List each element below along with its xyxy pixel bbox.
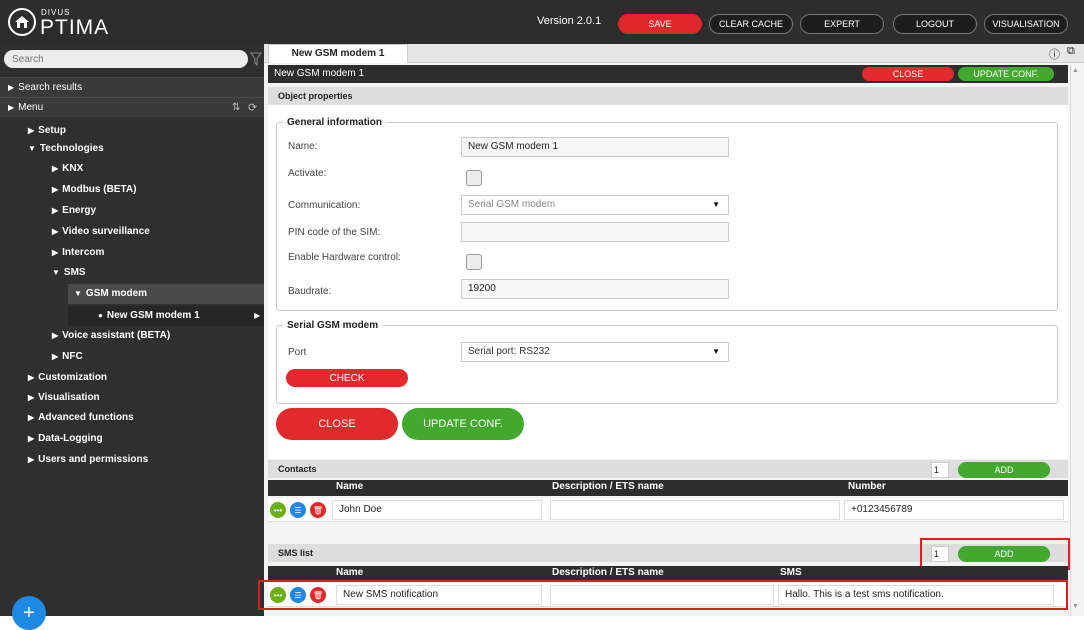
highlight-box (258, 580, 1068, 610)
col-name: Name (336, 567, 364, 578)
home-icon (8, 8, 36, 36)
contacts-table-header: Name Description / ETS name Number (268, 480, 1068, 496)
contact-number-cell[interactable]: +0123456789 (844, 500, 1064, 520)
communication-select[interactable]: Serial GSM modem ▼ (461, 195, 729, 215)
serial-modem-fieldset: Serial GSM modem (276, 320, 1058, 404)
hw-control-checkbox[interactable] (466, 254, 482, 270)
activate-label: Activate: (288, 168, 327, 179)
sidebar: ▶Search results ▶Menu ⇅ ⟳ ▶Setup ▼Techno… (0, 44, 264, 630)
refresh-icon[interactable]: ⟳ (248, 98, 257, 118)
delete-icon[interactable]: 🗑 (310, 502, 326, 518)
nav-modbus[interactable]: ▶ Modbus (BETA) (52, 184, 136, 195)
logo-text: PTIMA (40, 16, 110, 39)
top-bar: DIVUS PTIMA Version 2.0.1 SAVE CLEAR CAC… (0, 0, 1084, 44)
logo: DIVUS PTIMA (8, 6, 158, 39)
scrollbar[interactable]: ▲ ▼ (1070, 65, 1082, 616)
baudrate-label: Baudrate: (288, 286, 332, 297)
contact-desc-cell[interactable] (550, 500, 840, 520)
sms-list-title: SMS list (278, 548, 314, 558)
baudrate-input[interactable]: 19200 (461, 279, 729, 299)
nav-energy[interactable]: ▶ Energy (52, 205, 96, 216)
sort-icon[interactable]: ⇅ (232, 98, 240, 118)
nav-datalog[interactable]: ▶ Data-Logging (28, 433, 103, 444)
nav-voice[interactable]: ▶ Voice assistant (BETA) (52, 330, 170, 341)
version-label: Version 2.0.1 (537, 15, 602, 27)
nav-users[interactable]: ▶ Users and permissions (28, 454, 148, 465)
info-icon[interactable]: ⓘ (1049, 46, 1060, 62)
nav-customization[interactable]: ▶ Customization (28, 372, 107, 383)
contacts-count-input[interactable]: 1 (931, 462, 949, 478)
port-label: Port (288, 347, 307, 358)
nav-nfc[interactable]: ▶ NFC (52, 351, 83, 362)
visualisation-button[interactable]: VISUALISATION (984, 14, 1068, 34)
logout-button[interactable]: LOGOUT (893, 14, 977, 34)
more-icon[interactable]: ••• (270, 502, 286, 518)
tab-new-gsm-modem[interactable]: New GSM modem 1 (268, 44, 408, 63)
col-description: Description / ETS name (552, 481, 664, 492)
menu-label: Menu (18, 102, 44, 113)
check-button[interactable]: CHECK (286, 369, 408, 387)
nav-intercom[interactable]: ▶ Intercom (52, 247, 104, 258)
name-input[interactable]: New GSM modem 1 (461, 137, 729, 157)
nav-technologies[interactable]: ▼ Technologies (28, 143, 104, 154)
main-panel: New GSM modem 1 ⓘ ⧉ New GSM modem 1 CLOS… (258, 44, 1084, 616)
window-icon[interactable]: ⧉ (1067, 45, 1075, 58)
scroll-up-icon[interactable]: ▲ (1072, 67, 1079, 74)
close-button-top[interactable]: CLOSE (862, 67, 954, 81)
dropdown-caret-icon: ▼ (712, 200, 720, 209)
tab-strip: New GSM modem 1 ⓘ ⧉ (264, 44, 1084, 63)
save-button[interactable]: SAVE (618, 14, 702, 34)
search-results-label: Search results (18, 82, 83, 93)
nav-new-gsm-modem-label: ● New GSM modem 1 (98, 310, 200, 321)
nav-gsm-modem[interactable]: ▼ GSM modem (68, 284, 264, 304)
nav-gsm-modem-label: ▼ GSM modem (74, 288, 148, 299)
table-row: ••• ☰ 🗑 John Doe +0123456789 (268, 498, 1068, 522)
filter-icon[interactable] (250, 52, 262, 66)
nav-sms[interactable]: ▼ SMS (52, 267, 86, 278)
nav-setup[interactable]: ▶ Setup (28, 125, 66, 136)
clear-cache-button[interactable]: CLEAR CACHE (709, 14, 793, 34)
col-sms: SMS (780, 567, 802, 578)
hw-control-label: Enable Hardware control: (288, 252, 401, 263)
col-number: Number (848, 481, 886, 492)
menu-header[interactable]: ▶ Menu ⇅ ⟳ (0, 97, 264, 117)
col-description: Description / ETS name (552, 567, 664, 578)
pin-label: PIN code of the SIM: (288, 227, 381, 238)
port-value: Serial port: RS232 (468, 346, 550, 357)
scroll-down-icon[interactable]: ▼ (1072, 603, 1079, 610)
list-icon[interactable]: ☰ (290, 502, 306, 518)
close-button[interactable]: CLOSE (276, 408, 398, 440)
nav-knx[interactable]: ▶ KNX (52, 163, 83, 174)
contact-name-cell[interactable]: John Doe (332, 500, 542, 520)
object-title-bar: New GSM modem 1 CLOSE UPDATE CONF. (268, 65, 1068, 83)
contacts-title: Contacts (278, 464, 317, 474)
update-conf-button[interactable]: UPDATE CONF. (402, 408, 524, 440)
expert-button[interactable]: EXPERT (800, 14, 884, 34)
object-title: New GSM modem 1 (274, 68, 365, 79)
object-properties-header: Object properties (268, 87, 1068, 105)
col-name: Name (336, 481, 364, 492)
communication-label: Communication: (288, 200, 361, 211)
search-results-header[interactable]: ▶ Search results (0, 77, 264, 97)
add-icon[interactable]: + (12, 596, 46, 630)
contacts-add-button[interactable]: ADD (958, 462, 1050, 478)
serial-modem-legend: Serial GSM modem (287, 320, 379, 331)
pin-input[interactable] (461, 222, 729, 242)
port-select[interactable]: Serial port: RS232 ▼ (461, 342, 729, 362)
dropdown-caret-icon: ▼ (712, 347, 720, 356)
general-info-legend: General information (287, 117, 383, 128)
name-label: Name: (288, 141, 318, 152)
arrow-right-icon: ▶ (254, 311, 261, 320)
activate-checkbox[interactable] (466, 170, 482, 186)
nav-advanced[interactable]: ▶ Advanced functions (28, 412, 134, 423)
nav-video[interactable]: ▶ Video surveillance (52, 226, 150, 237)
search-input[interactable] (4, 50, 248, 68)
nav-new-gsm-modem[interactable]: ● New GSM modem 1 ▶ (68, 306, 264, 326)
nav-visualisation[interactable]: ▶ Visualisation (28, 392, 100, 403)
update-conf-button-top[interactable]: UPDATE CONF. (958, 67, 1054, 81)
communication-value: Serial GSM modem (468, 199, 556, 210)
